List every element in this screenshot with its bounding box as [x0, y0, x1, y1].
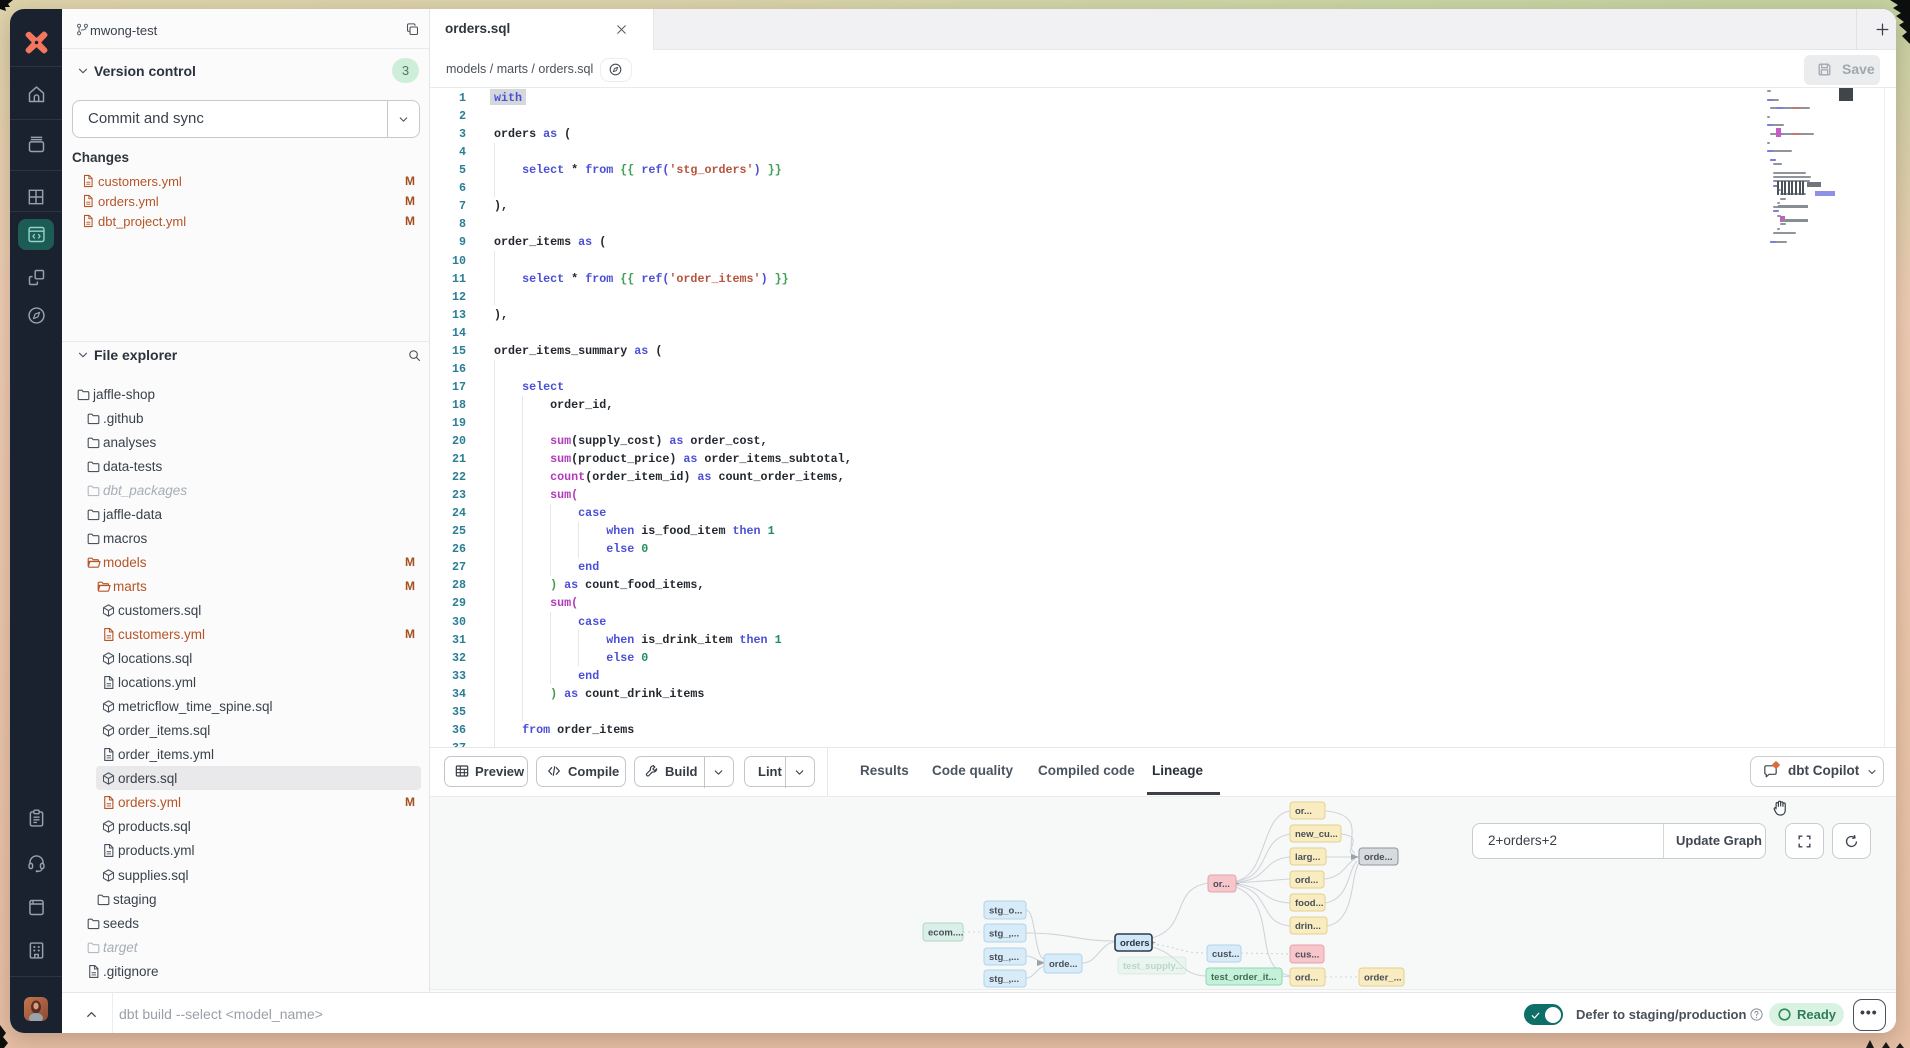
svg-text:or...: or...: [1213, 879, 1230, 890]
svg-text:test_supply...: test_supply...: [1123, 961, 1183, 972]
svg-text:stg_o...: stg_o...: [989, 906, 1022, 917]
svg-text:stg_,...: stg_,...: [989, 974, 1019, 985]
svg-text:cust...: cust...: [1212, 949, 1239, 960]
svg-text:orders: orders: [1120, 938, 1150, 949]
svg-text:order_...: order_...: [1364, 973, 1402, 984]
svg-text:orde...: orde...: [1364, 852, 1393, 863]
svg-text:drin...: drin...: [1295, 921, 1321, 932]
svg-text:ecom....: ecom....: [928, 928, 963, 939]
svg-text:test_order_it...: test_order_it...: [1211, 972, 1276, 983]
svg-text:cus...: cus...: [1295, 950, 1319, 961]
svg-text:or...: or...: [1295, 806, 1312, 817]
svg-text:ord...: ord...: [1295, 973, 1318, 984]
svg-text:orde...: orde...: [1049, 959, 1078, 970]
svg-text:food...: food...: [1295, 898, 1324, 909]
svg-text:stg_,...: stg_,...: [989, 929, 1019, 940]
svg-text:stg_,...: stg_,...: [989, 952, 1019, 963]
svg-text:ord...: ord...: [1295, 875, 1318, 886]
svg-text:larg...: larg...: [1295, 852, 1320, 863]
svg-text:new_cu...: new_cu...: [1295, 829, 1338, 840]
